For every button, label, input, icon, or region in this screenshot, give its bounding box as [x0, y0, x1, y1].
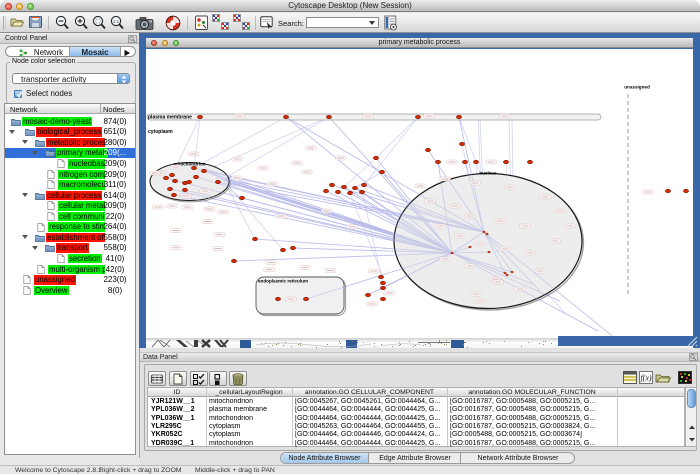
svg-text:cytoplasm: cytoplasm	[148, 129, 173, 135]
svg-text:f(x): f(x)	[640, 374, 651, 383]
svg-text:1:1: 1:1	[113, 19, 120, 24]
svg-text:endoplasmic reticulum: endoplasmic reticulum	[258, 279, 308, 284]
svg-text:unassigned: unassigned	[624, 85, 650, 90]
svg-text:plasma membrane: plasma membrane	[148, 115, 192, 121]
svg-text:nucleus: nucleus	[479, 171, 497, 176]
